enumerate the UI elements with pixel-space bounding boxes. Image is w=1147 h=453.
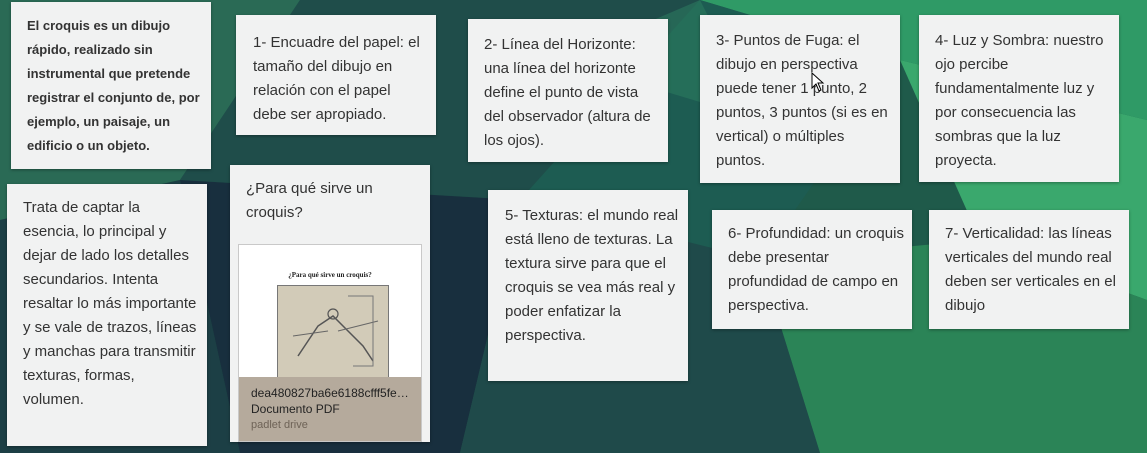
card-texturas[interactable]: 5- Texturas: el mundo real está lleno de… <box>488 190 688 381</box>
pdf-preview-title: ¿Para qué sirve un croquis? <box>288 271 372 279</box>
mouse-cursor-icon <box>811 72 825 92</box>
card-verticalidad[interactable]: 7- Verticalidad: las líneas verticales d… <box>929 210 1129 329</box>
attachment-file-name: dea480827ba6e6188cfff5fe28... <box>251 386 409 400</box>
card-encuadre-text: 1- Encuadre del papel: el tamaño del dib… <box>253 34 420 123</box>
card-profundidad-text: 6- Profundidad: un croquis debe presenta… <box>728 225 904 314</box>
card-encuadre[interactable]: 1- Encuadre del papel: el tamaño del dib… <box>236 15 436 135</box>
attachment-file-type: Documento PDF <box>251 402 340 416</box>
pdf-attachment[interactable]: ¿Para qué sirve un croquis? dea480827ba6… <box>238 244 422 442</box>
essence-text: Trata de captar la esencia, lo principal… <box>23 199 197 408</box>
card-puntos-fuga-text: 3- Puntos de Fuga: el dibujo en perspect… <box>716 32 888 169</box>
card-luz-sombra[interactable]: 4- Luz y Sombra: nuestro ojo percibe fun… <box>919 15 1119 182</box>
card-verticalidad-text: 7- Verticalidad: las líneas verticales d… <box>945 225 1116 314</box>
card-horizonte[interactable]: 2- Línea del Horizonte: una línea del ho… <box>468 19 668 162</box>
attachment-source: padlet drive <box>251 419 308 431</box>
attachment-info-bar: dea480827ba6e6188cfff5fe28... Documento … <box>239 377 421 441</box>
card-texturas-text: 5- Texturas: el mundo real está lleno de… <box>505 207 679 344</box>
card-luz-sombra-text: 4- Luz y Sombra: nuestro ojo percibe fun… <box>935 32 1104 169</box>
card-horizonte-text: 2- Línea del Horizonte: una línea del ho… <box>484 36 651 149</box>
pdf-sketch-thumbnail <box>277 285 389 379</box>
attachment-card[interactable]: ¿Para qué sirve un croquis? ¿Para qué si… <box>230 165 430 442</box>
intro-card[interactable]: El croquis es un dibujo rápido, realizad… <box>11 2 211 169</box>
attachment-card-title: ¿Para qué sirve un croquis? <box>246 180 373 221</box>
intro-text: El croquis es un dibujo rápido, realizad… <box>27 18 200 153</box>
card-puntos-fuga[interactable]: 3- Puntos de Fuga: el dibujo en perspect… <box>700 15 900 183</box>
essence-card[interactable]: Trata de captar la esencia, lo principal… <box>7 184 207 446</box>
card-profundidad[interactable]: 6- Profundidad: un croquis debe presenta… <box>712 210 912 329</box>
